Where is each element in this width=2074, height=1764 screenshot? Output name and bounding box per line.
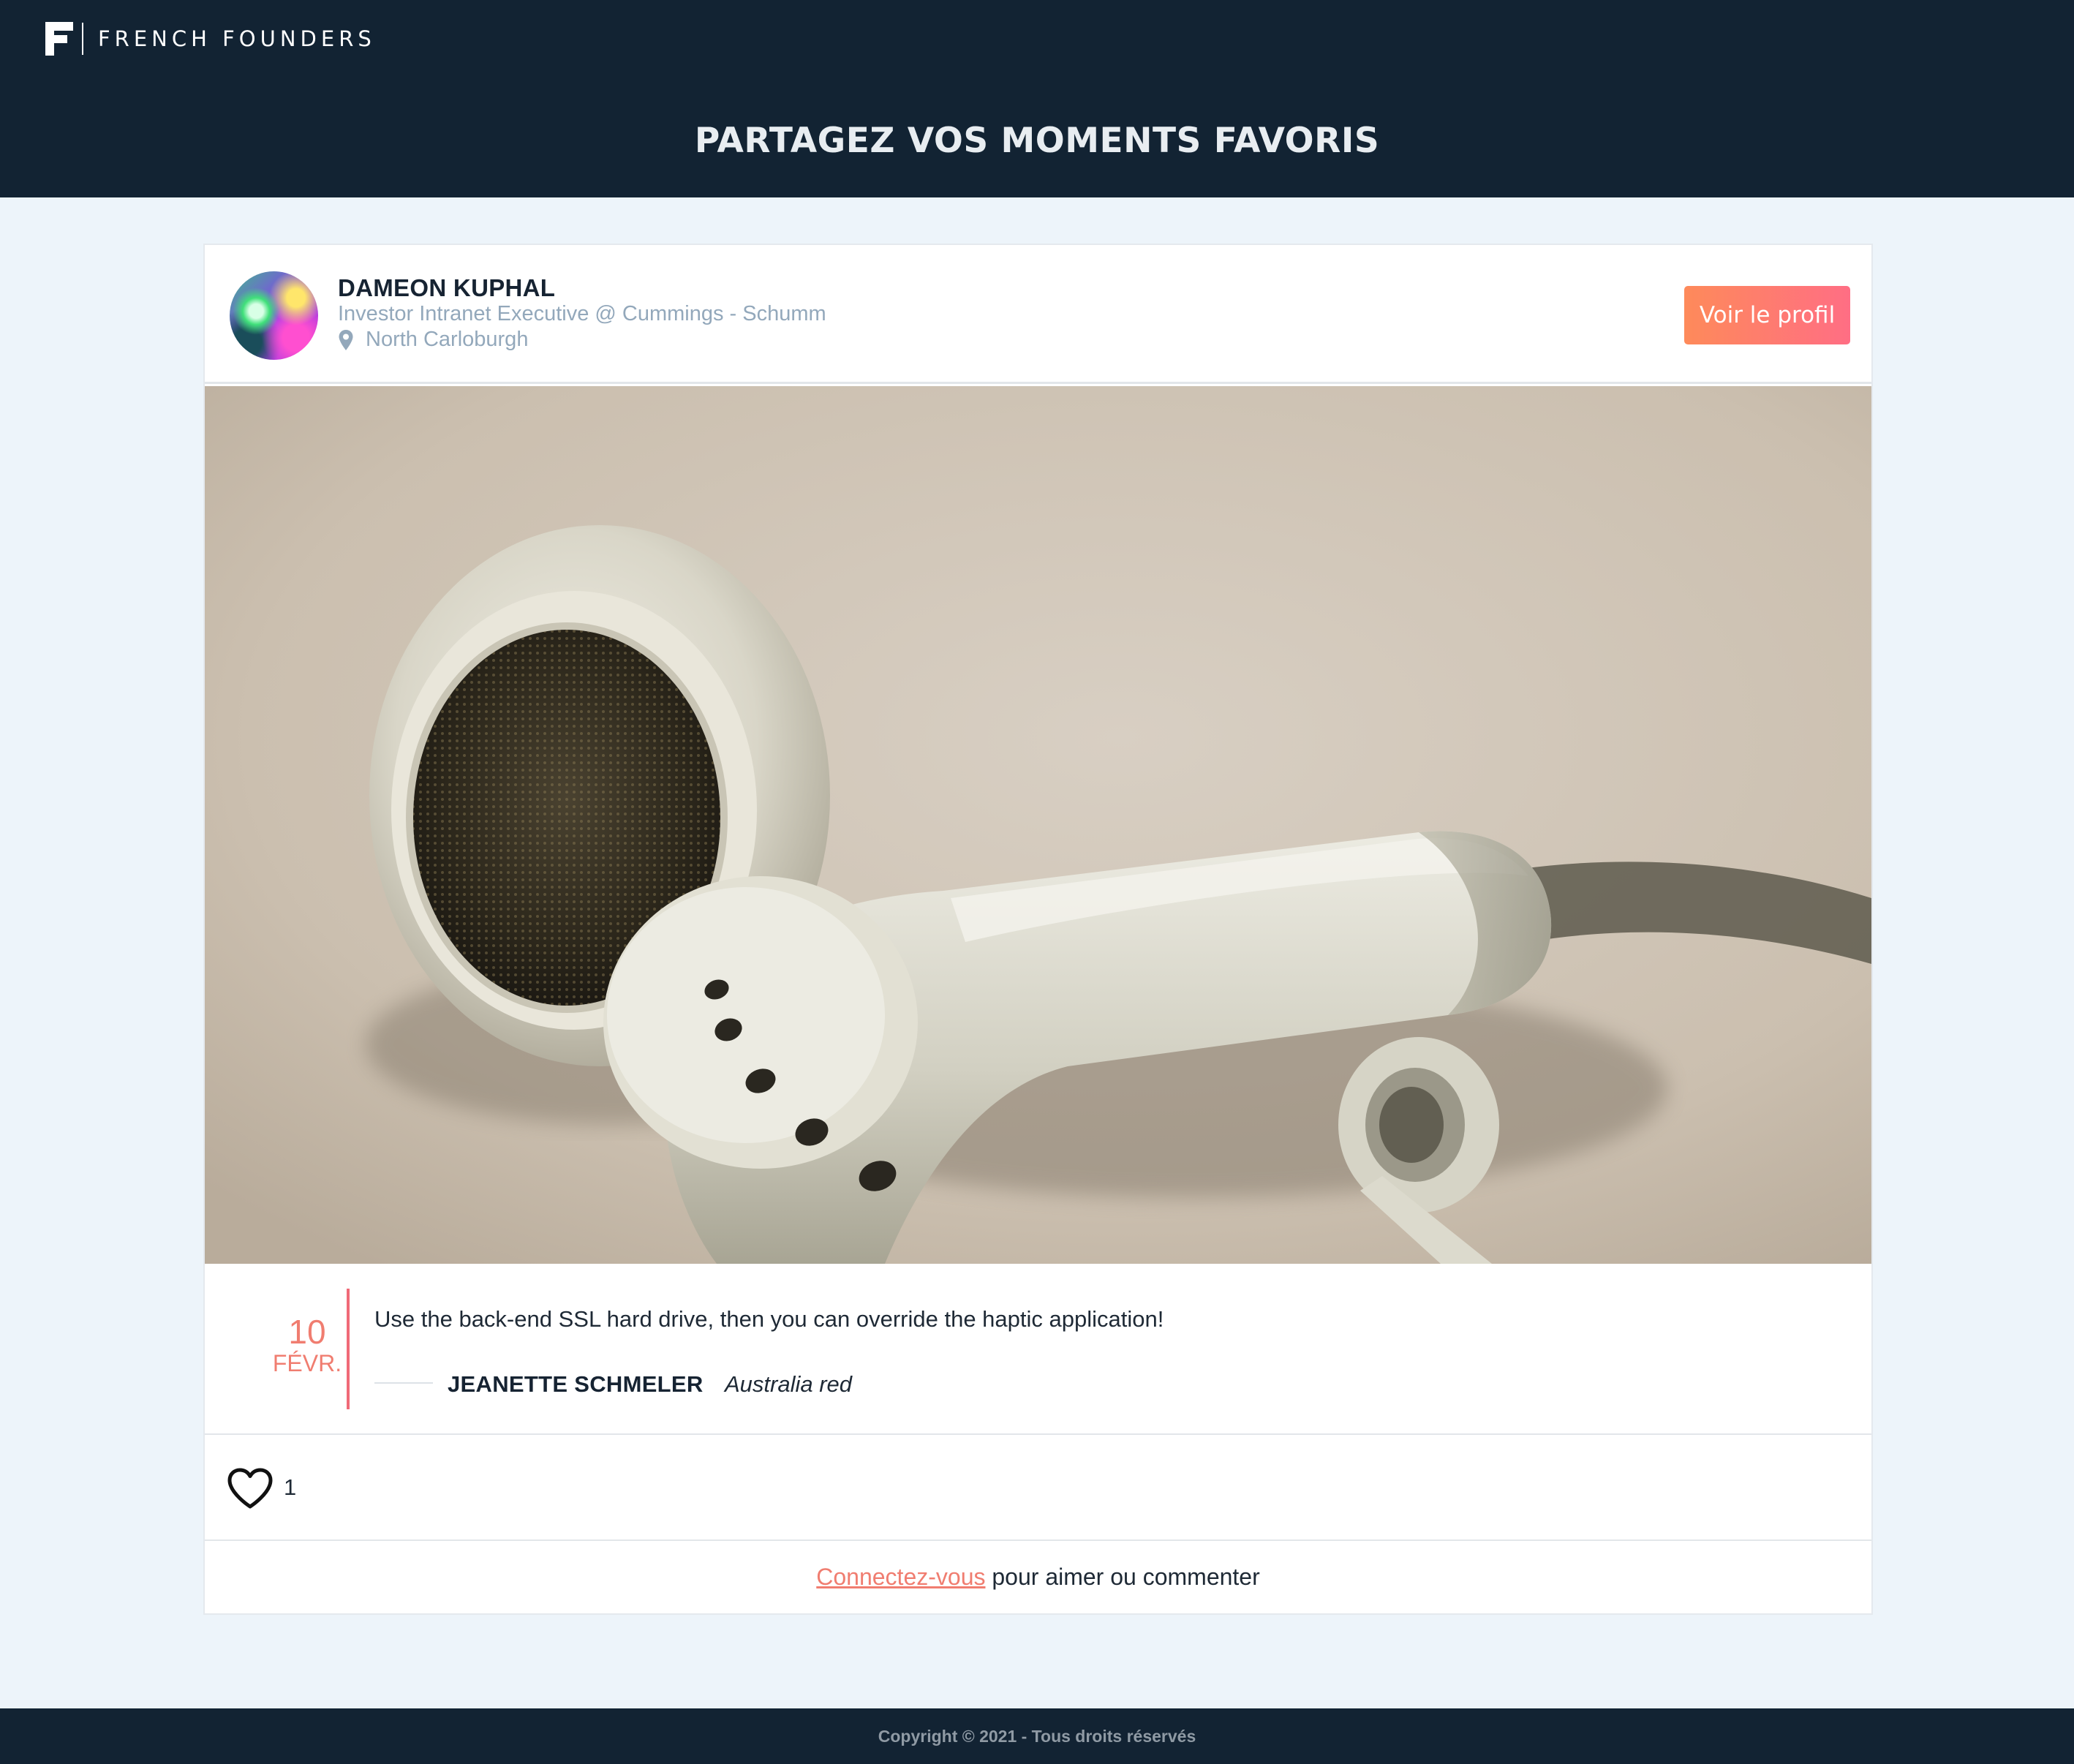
post-photo[interactable] (205, 386, 1871, 1264)
login-prompt-text: pour aimer ou commenter (985, 1564, 1260, 1590)
signature-name: JEANETTE SCHMELER (448, 1371, 704, 1397)
page-title: PARTAGEZ VOS MOMENTS FAVORIS (694, 121, 1380, 161)
view-profile-button[interactable]: Voir le profil (1684, 286, 1850, 344)
login-prompt: Connectez-vous pour aimer ou commenter (205, 1541, 1871, 1613)
signature-company: Australia red (725, 1371, 853, 1397)
top-header: FRENCH FOUNDERS PARTAGEZ VOS MOMENTS FAV… (0, 0, 2074, 197)
heart-icon[interactable] (227, 1467, 274, 1509)
post-date-month: FÉVR. (272, 1350, 342, 1376)
post-body: 10 FÉVR. Use the back-end SSL hard drive… (205, 1264, 1871, 1435)
login-link[interactable]: Connectez-vous (816, 1564, 985, 1590)
like-count: 1 (284, 1474, 297, 1500)
post-accent-bar (347, 1289, 350, 1409)
signature-divider (374, 1382, 433, 1384)
author-location: North Carloburgh (338, 328, 528, 352)
author-location-text: North Carloburgh (366, 328, 529, 351)
avatar[interactable] (230, 271, 318, 360)
brand-logo[interactable]: FRENCH FOUNDERS (45, 22, 376, 56)
post-author-header: DAMEON KUPHAL Investor Intranet Executiv… (205, 245, 1871, 384)
post-card: DAMEON KUPHAL Investor Intranet Executiv… (203, 244, 1873, 1615)
earphones-photo (205, 386, 1871, 1264)
brand-name: FRENCH FOUNDERS (98, 26, 376, 51)
footer: Copyright © 2021 - Tous droits réservés (0, 1708, 2074, 1764)
logo-divider (82, 23, 83, 55)
copyright-text: Copyright © 2021 - Tous droits réservés (878, 1727, 1196, 1746)
map-pin-icon (338, 329, 354, 351)
post-date-day: 10 (288, 1313, 326, 1351)
post-text: Use the back-end SSL hard drive, then yo… (374, 1306, 1164, 1332)
author-name[interactable]: DAMEON KUPHAL (338, 274, 555, 302)
author-role: Investor Intranet Executive @ Cummings -… (338, 302, 826, 325)
french-founders-logo-icon (45, 22, 73, 56)
likes-row: 1 (205, 1435, 1871, 1541)
